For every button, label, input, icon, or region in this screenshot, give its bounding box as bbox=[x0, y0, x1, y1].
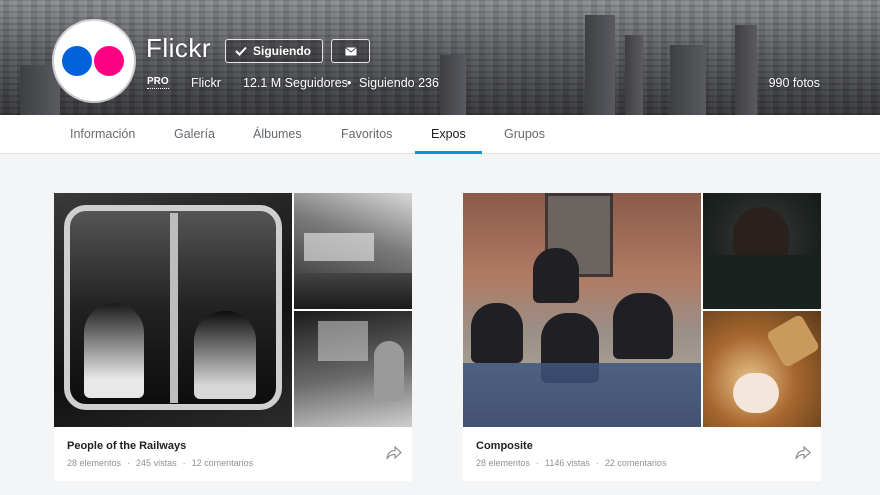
following-button[interactable]: Siguiendo bbox=[225, 39, 323, 63]
following-button-label: Siguiendo bbox=[253, 44, 311, 58]
message-button[interactable] bbox=[331, 39, 370, 63]
cover-building bbox=[585, 15, 615, 115]
tab-favoritos[interactable]: Favoritos bbox=[341, 127, 392, 154]
tab-grupos[interactable]: Grupos bbox=[504, 127, 545, 154]
gallery-item-count: 28 elementos bbox=[67, 458, 122, 468]
gallery-comments: 22 comentarios bbox=[604, 458, 667, 468]
pro-badge[interactable]: PRO bbox=[147, 76, 169, 89]
gallery-card[interactable]: Composite 28 elementos · 1146 vistas · 22 co… bbox=[463, 193, 821, 481]
flickr-blue-dot-icon bbox=[62, 46, 92, 76]
meta-separator: • bbox=[347, 76, 352, 90]
gallery-photo[interactable] bbox=[54, 193, 292, 427]
flickr-pink-dot-icon bbox=[94, 46, 124, 76]
tab-galeria[interactable]: Galería bbox=[174, 127, 215, 154]
gallery-photo[interactable] bbox=[703, 311, 821, 427]
avatar[interactable] bbox=[54, 21, 134, 101]
gallery-photo[interactable] bbox=[703, 193, 821, 309]
following-count[interactable]: Siguiendo 236 bbox=[359, 76, 439, 90]
gallery-title[interactable]: People of the Railways bbox=[67, 440, 186, 452]
profile-name: Flickr bbox=[146, 33, 212, 63]
share-arrow-icon[interactable] bbox=[386, 446, 402, 460]
cover-building bbox=[625, 35, 643, 115]
gallery-mosaic[interactable] bbox=[463, 193, 821, 427]
cover-building bbox=[440, 55, 466, 115]
gallery-photo[interactable] bbox=[463, 193, 701, 427]
gallery-views: 1146 vistas bbox=[545, 458, 590, 468]
gallery-comments: 12 comentarios bbox=[191, 458, 254, 468]
cover-building bbox=[735, 25, 757, 115]
profile-tabs: Información Galería Álbumes Favoritos Ex… bbox=[0, 115, 880, 154]
tab-informacion[interactable]: Información bbox=[70, 127, 135, 154]
gallery-photo[interactable] bbox=[294, 311, 412, 427]
cover-building bbox=[20, 65, 60, 115]
gallery-views: 245 vistas bbox=[136, 458, 177, 468]
gallery-item-count: 28 elementos bbox=[476, 458, 531, 468]
gallery-photo[interactable] bbox=[294, 193, 412, 309]
tab-expos[interactable]: Expos bbox=[415, 127, 482, 154]
check-icon bbox=[235, 46, 247, 56]
gallery-card[interactable]: People of the Railways 28 elementos · 245 … bbox=[54, 193, 412, 481]
envelope-icon bbox=[344, 46, 357, 55]
followers-count[interactable]: 12.1 M Seguidores bbox=[243, 76, 348, 90]
gallery-mosaic[interactable] bbox=[54, 193, 412, 427]
gallery-title[interactable]: Composite bbox=[476, 440, 533, 452]
gallery-stats: 28 elementos · 1146 vistas · 22 comentarios bbox=[476, 458, 667, 468]
cover-building bbox=[670, 45, 706, 115]
username: Flickr bbox=[191, 76, 221, 90]
tab-albumes[interactable]: Álbumes bbox=[253, 127, 302, 154]
photo-count: 990 fotos bbox=[768, 76, 820, 90]
gallery-stats: 28 elementos · 245 vistas · 12 comentarios bbox=[67, 458, 254, 468]
share-arrow-icon[interactable] bbox=[795, 446, 811, 460]
